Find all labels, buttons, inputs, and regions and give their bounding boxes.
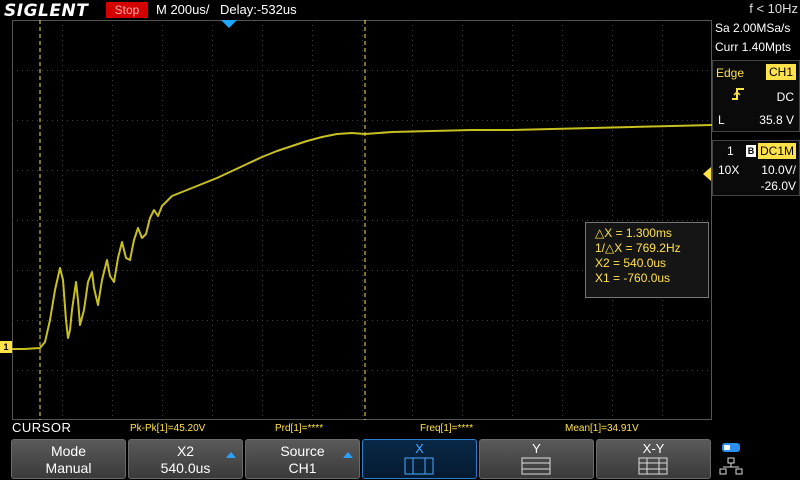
- mode-value: Manual: [45, 460, 92, 476]
- source-value: CH1: [288, 460, 317, 476]
- trigger-level-label: L: [718, 113, 725, 127]
- trigger-info-box[interactable]: Edge CH1 DC L 35.8 V: [712, 60, 800, 132]
- xy-cursor-icon: [638, 457, 668, 475]
- cursor-inv-delta-x: 1/△X = 769.2Hz: [595, 241, 681, 255]
- ch1-ground-marker[interactable]: 1: [0, 341, 12, 353]
- vertical-offset: -26.0V: [760, 179, 796, 193]
- xy-type-label: X-Y: [642, 441, 665, 456]
- timebase-readout: M 200us/: [156, 2, 210, 17]
- x2-softkey[interactable]: X2 540.0us: [128, 439, 243, 479]
- xy-type-softkey[interactable]: X-Y: [596, 439, 711, 479]
- right-info-panel: f < 10Hz Sa 2.00MSa/s Curr 1.40Mpts Edge…: [703, 0, 800, 480]
- memory-depth: Curr 1.40Mpts: [715, 40, 792, 54]
- measure-frequency: Freq[1]=****: [420, 423, 474, 434]
- measure-period: Prd[1]=****: [275, 423, 324, 434]
- trigger-position-marker[interactable]: [221, 20, 237, 28]
- trigger-frequency: f < 10Hz: [749, 1, 798, 16]
- channel-coupling: DC1M: [757, 143, 796, 159]
- cursor-x2-value: X2 = 540.0us: [595, 256, 667, 270]
- vertical-scale: 10.0V/: [761, 163, 796, 177]
- probe-attenuation: 10X: [718, 163, 740, 177]
- measure-mean: Mean[1]=34.91V: [565, 423, 639, 434]
- measure-pkpk: Pk-Pk[1]=45.20V: [130, 423, 206, 434]
- cursor-readout-panel: △X = 1.300ms 1/△X = 769.2Hz X2 = 540.0us…: [585, 222, 709, 298]
- trigger-source: CH1: [765, 64, 796, 80]
- channel-select-arrow-icon: [703, 167, 711, 181]
- knob-adjust-icon: [343, 452, 353, 458]
- x-type-softkey[interactable]: X: [362, 439, 477, 479]
- mode-label: Mode: [50, 443, 87, 459]
- trigger-type: Edge: [716, 66, 745, 80]
- sample-rate: Sa 2.00MSa/s: [715, 21, 791, 35]
- trigger-coupling: DC: [776, 90, 794, 104]
- channel1-info-box[interactable]: 1 B DC1M 10X 10.0V/ -26.0V: [703, 140, 800, 196]
- mode-softkey[interactable]: Mode Manual: [11, 439, 126, 479]
- y-type-label: Y: [532, 441, 541, 456]
- waveform-grid: [12, 20, 712, 420]
- x2-value: 540.0us: [160, 460, 211, 476]
- channel-number: 1: [727, 144, 734, 158]
- delay-readout: Delay:-532us: [220, 2, 297, 17]
- bandwidth-limit-badge: B: [746, 145, 756, 157]
- waveform-display: [12, 20, 712, 420]
- source-softkey[interactable]: Source CH1: [245, 439, 360, 479]
- x-cursor-icon: [404, 457, 434, 475]
- trigger-level: 35.8 V: [759, 113, 794, 127]
- run-state-badge[interactable]: Stop: [106, 2, 148, 18]
- cursor-delta-x: △X = 1.300ms: [595, 226, 672, 240]
- knob-adjust-icon: [226, 452, 236, 458]
- cursor-x1-value: X1 = -760.0us: [595, 271, 671, 285]
- menu-title: CURSOR: [12, 420, 72, 435]
- top-status-bar: SIGLENT Stop M 200us/ Delay:-532us: [0, 0, 712, 21]
- brand-logo: SIGLENT: [4, 1, 89, 21]
- network-status-icon[interactable]: [718, 440, 744, 478]
- y-cursor-icon: [521, 457, 551, 475]
- x-type-label: X: [415, 441, 424, 456]
- rising-edge-icon: [731, 87, 745, 104]
- y-type-softkey[interactable]: Y: [479, 439, 594, 479]
